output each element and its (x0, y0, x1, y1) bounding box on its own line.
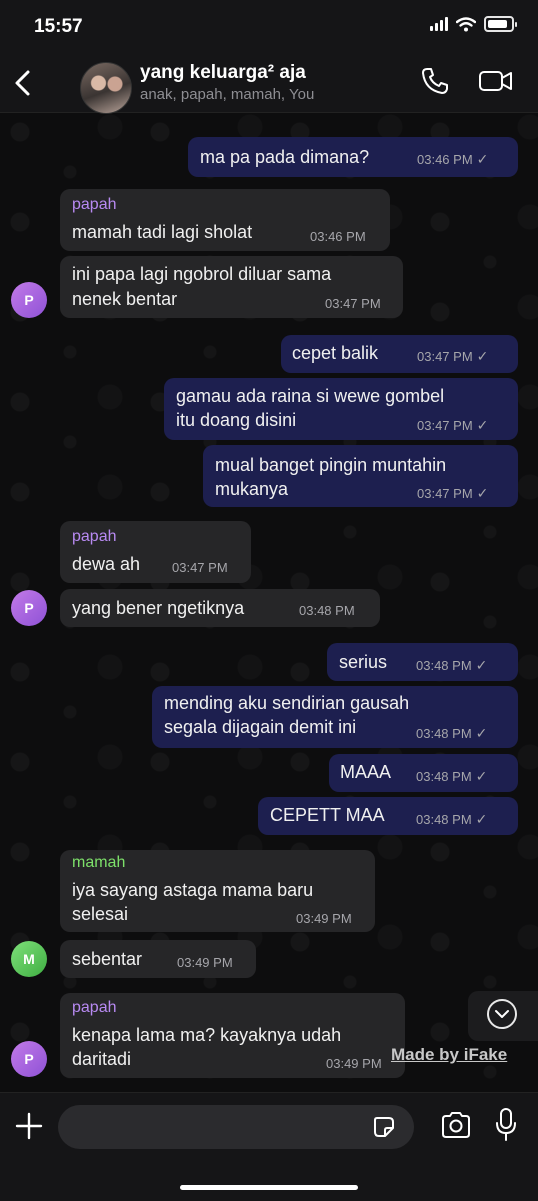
message-time: 03:47 PM (325, 296, 381, 311)
message-text: ma pa pada dimana? (200, 147, 370, 167)
sent-check-icon: ✓ (475, 657, 488, 673)
group-avatar[interactable] (80, 62, 132, 114)
sender-avatar[interactable]: M (11, 941, 47, 977)
message-time: 03:48 PM ✓ (416, 811, 488, 827)
message-text: nenek bentar (72, 289, 178, 309)
message-text: mamah tadi lagi sholat (72, 222, 253, 242)
chevron-down-icon (487, 999, 517, 1029)
group-title[interactable]: yang keluarga² aja (140, 62, 306, 84)
sender-avatar[interactable]: P (11, 590, 47, 626)
sender-avatar[interactable]: P (11, 1041, 47, 1077)
message-bubble-outgoing[interactable]: MAAA 03:48 PM ✓ (329, 754, 518, 792)
message-bubble-incoming[interactable]: ini papa lagi ngobrol diluar sama nenek … (60, 256, 403, 318)
message-text: daritadi (72, 1049, 132, 1069)
cellular-signal-icon (430, 17, 448, 31)
group-members[interactable]: anak, papah, mamah, You (140, 86, 314, 103)
sender-name: papah (72, 999, 117, 1016)
message-time: 03:46 PM ✓ (417, 151, 489, 167)
message-time: 03:47 PM ✓ (417, 485, 489, 501)
sent-check-icon: ✓ (475, 725, 488, 741)
sent-check-icon: ✓ (475, 768, 488, 784)
message-bubble-incoming[interactable]: papah dewa ah 03:47 PM (60, 521, 251, 583)
message-text: selesai (72, 904, 129, 924)
scroll-to-bottom-button[interactable] (468, 991, 538, 1041)
sent-check-icon: ✓ (476, 151, 489, 167)
back-chevron-icon[interactable] (10, 66, 36, 100)
sender-name: papah (72, 528, 117, 545)
sent-check-icon: ✓ (476, 485, 489, 501)
chat-header: yang keluarga² aja anak, papah, mamah, Y… (0, 56, 538, 114)
message-time: 03:49 PM (177, 955, 233, 970)
watermark-text: Made by iFake (391, 1045, 508, 1064)
message-time: 03:47 PM ✓ (417, 348, 489, 364)
message-text: iya sayang astaga mama baru (72, 880, 314, 900)
sticker-icon[interactable] (372, 1115, 396, 1139)
message-time: 03:46 PM (310, 229, 366, 244)
home-indicator (180, 1185, 358, 1190)
message-text: mukanya (215, 479, 289, 499)
voice-call-icon[interactable] (420, 66, 450, 96)
battery-icon (484, 16, 517, 32)
camera-icon[interactable] (440, 1110, 472, 1140)
message-text: ini papa lagi ngobrol diluar sama (72, 264, 332, 284)
sent-check-icon: ✓ (475, 811, 488, 827)
message-time: 03:47 PM ✓ (417, 417, 489, 433)
message-text: yang bener ngetiknya (72, 598, 245, 618)
wifi-icon (456, 16, 476, 31)
status-bar: 15:57 (0, 0, 538, 56)
message-time: 03:48 PM ✓ (416, 725, 488, 741)
message-text: mending aku sendirian gausah (164, 693, 410, 713)
message-bubble-outgoing[interactable]: mual banget pingin muntahin mukanya 03:4… (203, 445, 518, 507)
message-text: gamau ada raina si wewe gombel (176, 386, 445, 406)
sender-avatar[interactable]: P (11, 282, 47, 318)
message-bubble-outgoing[interactable]: ma pa pada dimana? 03:46 PM ✓ (188, 137, 518, 177)
plus-icon[interactable] (14, 1111, 44, 1141)
message-text: CEPETT MAA (270, 805, 385, 825)
sent-check-icon: ✓ (476, 417, 489, 433)
message-text: dewa ah (72, 554, 141, 574)
message-bubble-incoming[interactable]: sebentar 03:49 PM (60, 940, 256, 978)
status-icons (430, 16, 517, 32)
sent-check-icon: ✓ (476, 348, 489, 364)
message-text: segala dijagain demit ini (164, 717, 357, 737)
sender-name: papah (72, 196, 117, 213)
message-bubble-incoming[interactable]: yang bener ngetiknya 03:48 PM (60, 589, 380, 627)
video-call-icon[interactable] (478, 66, 514, 96)
message-input[interactable] (58, 1105, 414, 1149)
microphone-icon[interactable] (494, 1107, 518, 1143)
message-bubble-outgoing[interactable]: gamau ada raina si wewe gombel itu doang… (164, 378, 518, 440)
message-text: kenapa lama ma? kayaknya udah (72, 1025, 342, 1045)
message-time: 03:48 PM ✓ (416, 657, 488, 673)
message-time: 03:49 PM (326, 1056, 382, 1071)
message-time: 03:48 PM (299, 603, 355, 618)
message-bubble-incoming[interactable]: papah mamah tadi lagi sholat 03:46 PM (60, 189, 390, 251)
message-time: 03:48 PM ✓ (416, 768, 488, 784)
message-text: mual banget pingin muntahin (215, 455, 447, 475)
message-bubble-incoming[interactable]: mamah iya sayang astaga mama baru selesa… (60, 850, 375, 932)
message-bubble-outgoing[interactable]: mending aku sendirian gausah segala dija… (152, 686, 518, 748)
message-text: MAAA (340, 762, 392, 782)
message-bubble-incoming[interactable]: papah kenapa lama ma? kayaknya udah dari… (60, 993, 405, 1078)
message-text: cepet balik (292, 343, 379, 363)
message-bubble-outgoing[interactable]: serius 03:48 PM ✓ (327, 643, 518, 681)
status-time: 15:57 (34, 16, 83, 37)
message-bubble-outgoing[interactable]: CEPETT MAA 03:48 PM ✓ (258, 797, 518, 835)
message-text: sebentar (72, 949, 143, 969)
message-text: itu doang disini (176, 410, 297, 430)
sender-name: mamah (72, 854, 126, 871)
message-text: serius (339, 652, 388, 672)
message-time: 03:47 PM (172, 560, 228, 575)
message-bubble-outgoing[interactable]: cepet balik 03:47 PM ✓ (281, 335, 518, 373)
message-time: 03:49 PM (296, 911, 352, 926)
composer-bar (0, 1092, 538, 1201)
